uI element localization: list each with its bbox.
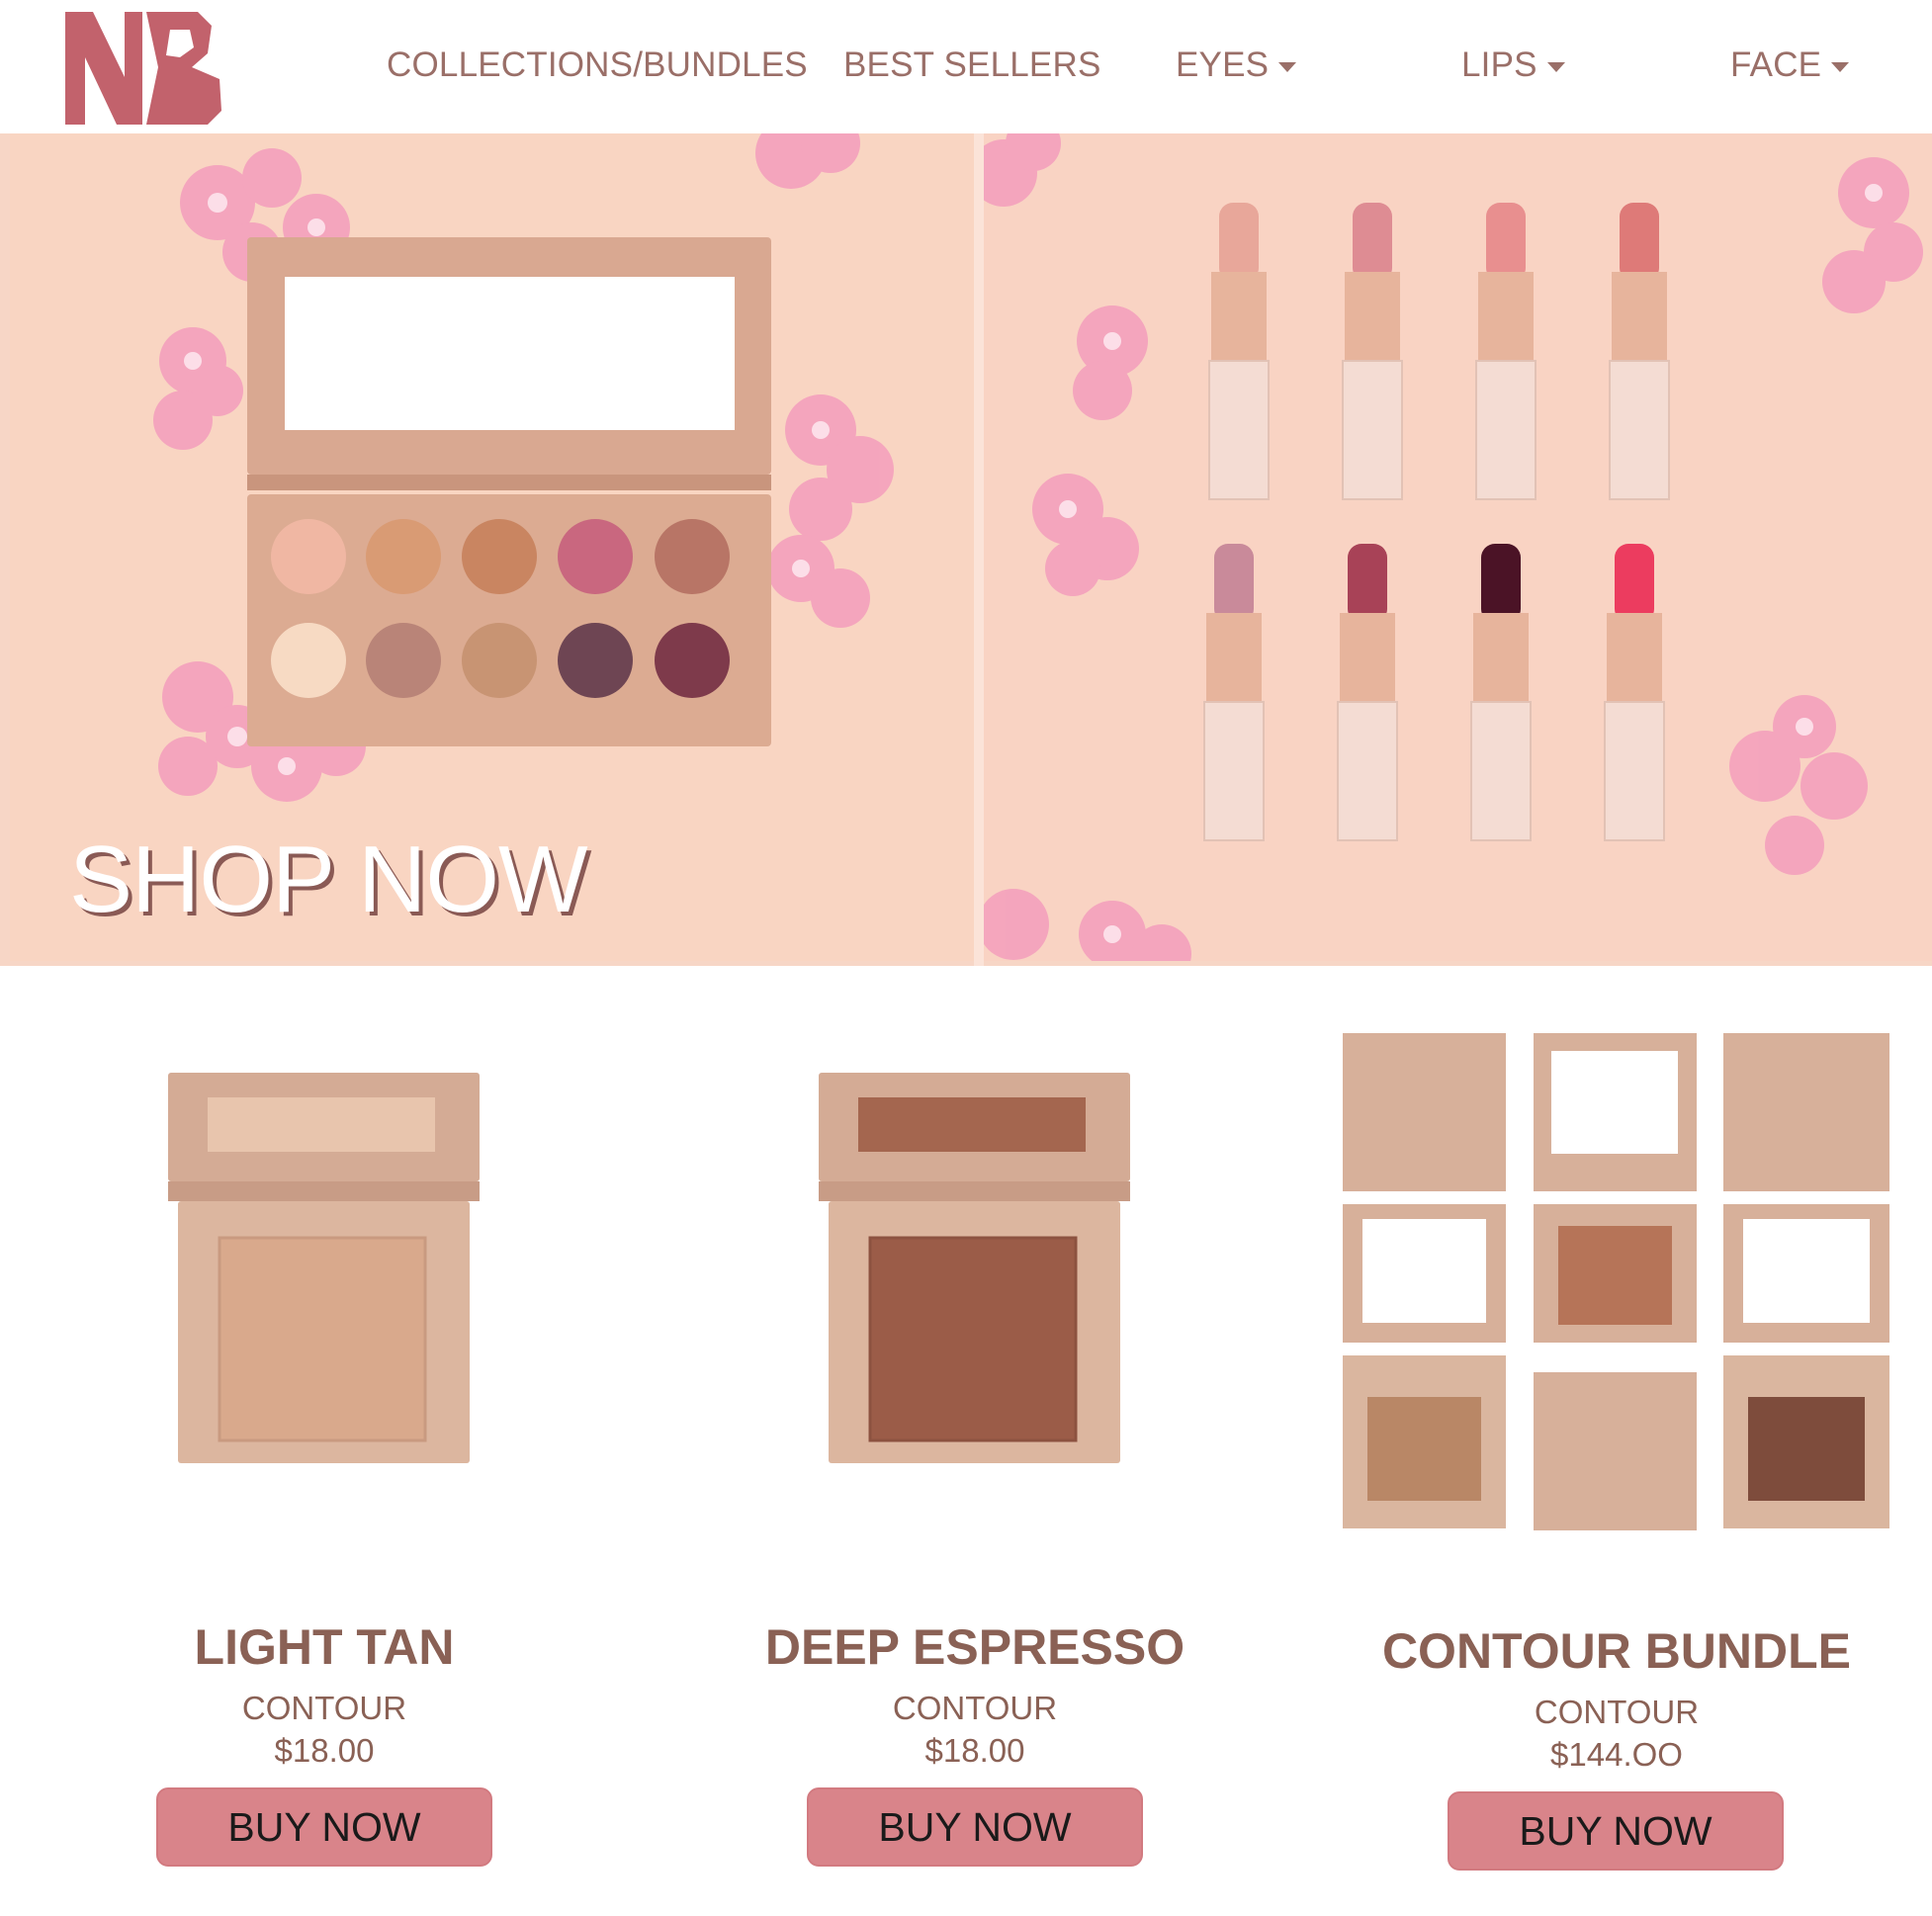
- lipsticks-bottom-row: [1203, 544, 1665, 841]
- product-image-deep-espresso[interactable]: [819, 1073, 1130, 1463]
- lipstick: [1475, 203, 1537, 500]
- chevron-down-icon: [1546, 62, 1565, 72]
- lipstick: [1604, 544, 1665, 841]
- buy-now-button[interactable]: BUY NOW: [156, 1787, 492, 1867]
- brand-logo[interactable]: [63, 8, 223, 127]
- product-image-light-tan[interactable]: [168, 1073, 480, 1463]
- shade-pan: [655, 519, 730, 594]
- chevron-down-icon: [1831, 62, 1850, 72]
- site-header: COLLECTIONS/BUNDLES BEST SELLERS EYES LI…: [0, 0, 1932, 133]
- product-category: CONTOUR: [241, 1690, 407, 1726]
- shade-pan: [558, 519, 633, 594]
- hero-lipstick-image[interactable]: [984, 133, 1932, 961]
- chevron-down-icon: [1278, 62, 1297, 72]
- product-price: $144.OO: [1550, 1736, 1683, 1773]
- shade-pan: [366, 519, 441, 594]
- nav-label: FACE: [1730, 45, 1822, 84]
- nav-label: EYES: [1176, 45, 1270, 84]
- nav-face[interactable]: FACE: [1730, 40, 1850, 91]
- nav-best-sellers[interactable]: BEST SELLERS: [843, 40, 1101, 91]
- lipstick: [1609, 203, 1670, 500]
- lipsticks-top-row: [1208, 203, 1670, 500]
- shop-now-link[interactable]: SHOP NOW: [69, 826, 588, 934]
- buy-now-button[interactable]: BUY NOW: [1448, 1791, 1784, 1871]
- nav-label: BEST SELLERS: [843, 45, 1101, 84]
- product-name: DEEP ESPRESSO: [764, 1619, 1186, 1675]
- shade-pan: [655, 623, 730, 698]
- lipstick: [1342, 203, 1403, 500]
- product-image-contour-bundle[interactable]: [1341, 1031, 1892, 1535]
- product-category: CONTOUR: [892, 1690, 1058, 1726]
- product-name: LIGHT TAN: [194, 1619, 455, 1675]
- nav-lips[interactable]: LIPS: [1461, 40, 1565, 91]
- lipstick: [1337, 544, 1398, 841]
- shade-pan: [558, 623, 633, 698]
- shade-pan: [462, 623, 537, 698]
- nav-label: LIPS: [1461, 45, 1537, 84]
- product-price: $18.00: [924, 1732, 1025, 1769]
- product-name: CONTOUR BUNDLE: [1381, 1623, 1852, 1679]
- lipstick: [1470, 544, 1532, 841]
- nav-collections-bundles[interactable]: COLLECTIONS/BUNDLES: [387, 40, 808, 91]
- hero-divider: [974, 133, 984, 966]
- lipstick: [1203, 544, 1265, 841]
- lipstick-illustration: [984, 133, 1923, 961]
- product-price: $18.00: [274, 1732, 375, 1769]
- shade-pan: [462, 519, 537, 594]
- shade-pan: [366, 623, 441, 698]
- hero-eyeshadow-image[interactable]: SHOP NOW: [10, 133, 974, 961]
- hero-banner: SHOP NOW: [0, 133, 1932, 966]
- nav-label: COLLECTIONS/BUNDLES: [387, 45, 808, 84]
- shade-pan: [271, 623, 346, 698]
- lipstick: [1208, 203, 1270, 500]
- buy-now-button[interactable]: BUY NOW: [807, 1787, 1143, 1867]
- nav-eyes[interactable]: EYES: [1176, 40, 1297, 91]
- shade-pan: [271, 519, 346, 594]
- product-category: CONTOUR: [1534, 1694, 1700, 1730]
